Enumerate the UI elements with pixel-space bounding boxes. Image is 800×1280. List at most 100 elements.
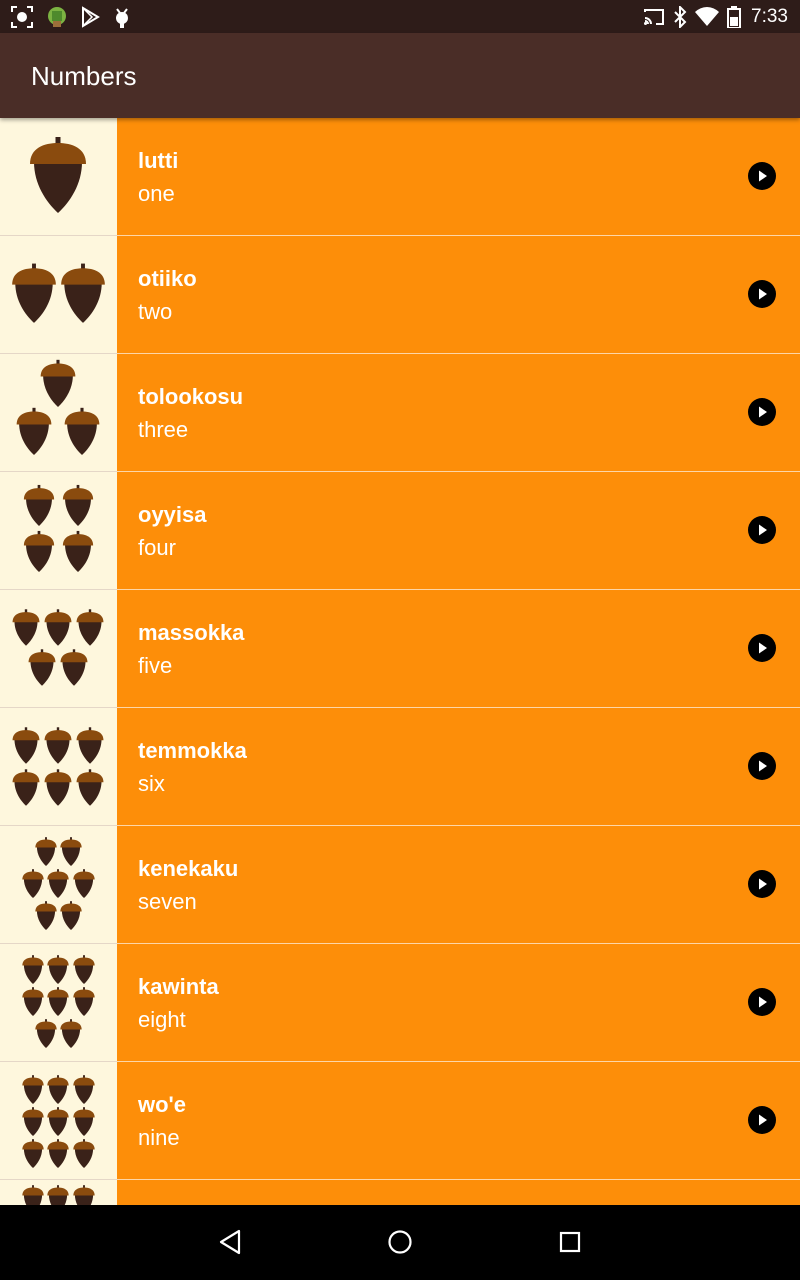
acorn-icon: [60, 901, 82, 931]
acorn-icon: [30, 137, 86, 213]
miwok-word: oyyisa: [138, 502, 207, 527]
list-item-body[interactable]: massokka five: [117, 590, 800, 707]
list-item-body[interactable]: lutti one: [117, 118, 800, 235]
acorn-icon: [73, 955, 95, 985]
acorn-image: [0, 1180, 117, 1205]
battery-icon: [727, 5, 742, 28]
acorn-icon: [62, 484, 94, 526]
play-icon[interactable]: [748, 752, 776, 780]
bluetooth-icon: [674, 5, 687, 28]
miwok-word: massokka: [138, 620, 245, 645]
list-item-body[interactable]: temmokka six: [117, 708, 800, 825]
acorn-image: [0, 354, 117, 472]
miwok-word: kawinta: [138, 974, 219, 999]
list-item-body[interactable]: otiiko two: [117, 236, 800, 353]
acorn-icon: [73, 869, 95, 899]
home-icon[interactable]: [385, 1227, 415, 1257]
miwok-word: lutti: [138, 148, 179, 173]
acorn-icon: [28, 649, 56, 686]
play-icon[interactable]: [748, 398, 776, 426]
list-item-body[interactable]: oyyisa four: [117, 472, 800, 589]
system-icons: 7:33: [643, 4, 788, 29]
list-item[interactable]: temmokka six: [0, 708, 800, 826]
status-bar: 7:33: [0, 0, 800, 33]
acorn-image: [0, 1062, 117, 1180]
list-item-body[interactable]: [117, 1180, 800, 1205]
acorn-icon: [73, 1185, 95, 1205]
back-icon[interactable]: [215, 1227, 245, 1257]
list-item[interactable]: kawinta eight: [0, 944, 800, 1062]
acorn-icon: [35, 1019, 57, 1049]
english-word: one: [138, 181, 175, 206]
acorn-icon: [47, 1075, 69, 1105]
play-icon[interactable]: [748, 870, 776, 898]
cast-icon: [644, 8, 665, 25]
acorn-icon: [60, 1019, 82, 1049]
android-robot-icon: [48, 7, 66, 27]
miwok-word: kenekaku: [138, 856, 239, 881]
acorn-icon: [47, 1185, 69, 1205]
list-item[interactable]: lutti one: [0, 118, 800, 236]
play-icon[interactable]: [748, 162, 776, 190]
list-item[interactable]: tolookosu three: [0, 354, 800, 472]
english-word: two: [138, 299, 173, 324]
acorn-icon: [22, 1075, 44, 1105]
acorn-icon: [16, 407, 52, 455]
acorn-icon: [76, 609, 104, 646]
acorn-icon: [73, 1107, 95, 1137]
acorn-icon: [22, 1185, 44, 1205]
list-item-body[interactable]: tolookosu three: [117, 354, 800, 471]
acorn-icon: [40, 359, 76, 407]
english-word: three: [138, 417, 189, 442]
acorn-icon: [76, 727, 104, 764]
list-item-body[interactable]: kenekaku seven: [117, 826, 800, 943]
play-icon[interactable]: [748, 1106, 776, 1134]
acorn-image: [0, 472, 117, 590]
screenshot-icon: [11, 6, 33, 28]
list-item[interactable]: otiiko two: [0, 236, 800, 354]
acorn-icon: [12, 263, 56, 323]
miwok-word: otiiko: [138, 266, 197, 291]
list-item[interactable]: oyyisa four: [0, 472, 800, 590]
acorn-icon: [23, 530, 55, 572]
english-word: four: [138, 535, 176, 560]
acorn-icon: [47, 987, 69, 1017]
wifi-icon: [695, 6, 720, 26]
list-item[interactable]: kenekaku seven: [0, 826, 800, 944]
acorn-icon: [64, 407, 100, 455]
english-word: five: [138, 653, 173, 678]
acorn-icon: [22, 987, 44, 1017]
bug-icon: [116, 8, 128, 28]
play-icon[interactable]: [748, 634, 776, 662]
acorn-icon: [60, 649, 88, 686]
acorn-icon: [22, 955, 44, 985]
play-icon[interactable]: [748, 516, 776, 544]
clock: 7:33: [751, 5, 788, 27]
acorn-icon: [22, 1139, 44, 1169]
acorn-icon: [60, 837, 82, 867]
acorn-image: [0, 118, 117, 236]
list-item[interactable]: massokka five: [0, 590, 800, 708]
acorn-image: [0, 944, 117, 1062]
acorn-icon: [23, 484, 55, 526]
english-word: eight: [138, 1007, 186, 1032]
recents-icon[interactable]: [555, 1227, 585, 1257]
acorn-image: [0, 236, 117, 354]
english-word: nine: [138, 1125, 180, 1150]
acorn-icon: [44, 769, 72, 806]
acorn-image: [0, 590, 117, 708]
play-icon[interactable]: [748, 280, 776, 308]
acorn-icon: [35, 837, 57, 867]
list-item[interactable]: [0, 1180, 800, 1205]
acorn-icon: [47, 1107, 69, 1137]
list-item-body[interactable]: kawinta eight: [117, 944, 800, 1061]
list-item[interactable]: wo'e nine: [0, 1062, 800, 1180]
play-icon[interactable]: [748, 988, 776, 1016]
acorn-image: [0, 826, 117, 944]
acorn-icon: [73, 1075, 95, 1105]
acorn-icon: [22, 869, 44, 899]
acorn-icon: [47, 1139, 69, 1169]
list-item-body[interactable]: wo'e nine: [117, 1062, 800, 1179]
acorn-icon: [12, 609, 40, 646]
number-list[interactable]: lutti one otiiko two tolookosu three oyy…: [0, 118, 800, 1205]
